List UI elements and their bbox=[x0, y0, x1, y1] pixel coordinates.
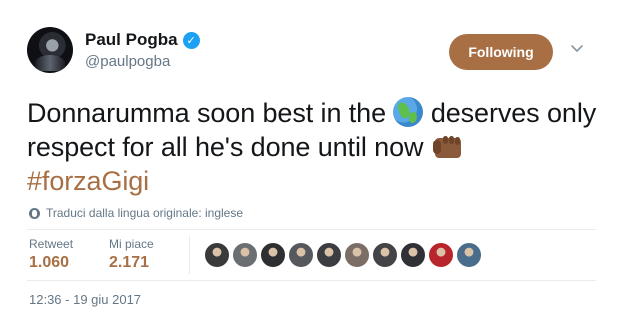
stat-separator bbox=[189, 236, 190, 274]
user-handle[interactable]: @paulpogba bbox=[85, 53, 170, 70]
following-button[interactable]: Following bbox=[449, 34, 553, 70]
retweet-count: 1.060 bbox=[29, 254, 70, 271]
translate-link[interactable]: Traduci dalla lingua originale: inglese bbox=[29, 206, 243, 220]
liker-avatar[interactable] bbox=[316, 242, 342, 268]
likers-avatars bbox=[204, 242, 484, 268]
retweet-stat[interactable]: Retweet 1.060 bbox=[29, 237, 73, 272]
translate-label: Traduci dalla lingua originale: inglese bbox=[46, 206, 244, 220]
liker-avatar[interactable] bbox=[428, 242, 454, 268]
liker-avatar[interactable] bbox=[372, 242, 398, 268]
chevron-down-icon[interactable] bbox=[570, 42, 584, 54]
liker-avatar[interactable] bbox=[400, 242, 426, 268]
tweet-timestamp[interactable]: 12:36 - 19 giu 2017 bbox=[29, 292, 141, 307]
display-name[interactable]: Paul Pogba bbox=[85, 30, 178, 50]
liker-avatar[interactable] bbox=[344, 242, 370, 268]
globe-icon bbox=[29, 207, 40, 219]
divider bbox=[27, 229, 596, 230]
likes-count: 2.171 bbox=[109, 254, 150, 271]
retweet-label: Retweet bbox=[29, 237, 74, 251]
verified-badge-icon: ✓ bbox=[182, 31, 200, 49]
liker-avatar[interactable] bbox=[456, 242, 482, 268]
liker-avatar[interactable] bbox=[204, 242, 230, 268]
likes-stat[interactable]: Mi piace 2.171 bbox=[109, 237, 154, 272]
avatar[interactable] bbox=[27, 27, 73, 73]
tweet-text: Donnarumma soon best in the deserves onl… bbox=[27, 96, 597, 198]
liker-avatar[interactable] bbox=[232, 242, 258, 268]
fist-bump-emoji-icon bbox=[431, 132, 465, 162]
liker-avatar[interactable] bbox=[260, 242, 286, 268]
liker-avatar[interactable] bbox=[288, 242, 314, 268]
hashtag-link[interactable]: #forzaGigi bbox=[27, 166, 149, 196]
name-row: Paul Pogba ✓ bbox=[85, 30, 200, 50]
likes-label: Mi piace bbox=[109, 237, 154, 251]
globe-americas-emoji-icon bbox=[393, 97, 424, 127]
divider bbox=[27, 280, 596, 281]
tweet-text-part: Donnarumma soon best in the bbox=[27, 98, 394, 128]
